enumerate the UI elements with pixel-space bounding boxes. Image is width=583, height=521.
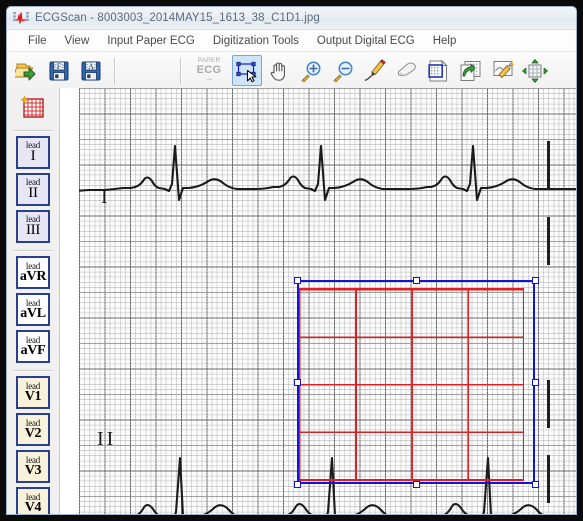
save-f-floppy-icon: <F> — [49, 61, 69, 80]
menu-bar: File View Input Paper ECG Digitization T… — [7, 30, 576, 52]
lead-button-V1[interactable]: lead V1 — [16, 376, 50, 409]
lead-label-name: aVF — [20, 342, 46, 358]
selection-handle-top-center[interactable] — [412, 276, 420, 284]
main-toolbar: <F> <A> PAPER ECG → — [7, 52, 576, 90]
magic-wand-icon — [493, 59, 515, 78]
lead-label-name: V4 — [24, 499, 42, 514]
sidebar-separator-1 — [14, 130, 52, 132]
fit-grid-button[interactable] — [520, 55, 550, 86]
eraser-icon — [397, 61, 416, 76]
lead-label-name: III — [25, 222, 41, 238]
rectangle-select-icon — [236, 61, 257, 82]
pan-button[interactable] — [264, 55, 294, 86]
paper-ecg-label: PAPER ECG → — [188, 55, 230, 86]
zoom-in-button[interactable] — [296, 55, 326, 86]
lead-button-aVL[interactable]: lead aVL — [16, 293, 50, 326]
save-a-floppy-icon: <A> — [81, 61, 101, 80]
lead-label-name: I — [30, 148, 36, 164]
selection-handle-bottom-center[interactable] — [412, 480, 420, 488]
lead-button-III[interactable]: lead III — [16, 210, 50, 243]
magic-wand-button[interactable] — [488, 55, 518, 86]
lead-label-name: V3 — [24, 462, 42, 478]
menu-help[interactable]: Help — [424, 33, 466, 49]
canvas-left-margin — [61, 88, 79, 514]
sidebar-separator-2 — [14, 250, 52, 252]
lead-button-V2[interactable]: lead V2 — [16, 413, 50, 446]
svg-text:<F>: <F> — [52, 62, 66, 71]
ecg-canvas[interactable]: I II — [60, 88, 576, 514]
digitize-arrow-icon — [460, 60, 481, 81]
selection-handle-bottom-right[interactable] — [531, 480, 539, 488]
lead-label-name: V1 — [24, 388, 42, 404]
magnifier-minus-icon — [333, 61, 353, 82]
selection-handle-bottom-left[interactable] — [293, 480, 301, 488]
lead-sidebar: lead I lead II lead III lead aVR lead aV… — [7, 88, 60, 514]
calibration-grid-button[interactable] — [15, 91, 52, 124]
lead-button-I[interactable]: lead I — [16, 136, 50, 169]
main-body: lead I lead II lead III lead aVR lead aV… — [7, 88, 576, 514]
red-grid-icon — [20, 94, 44, 118]
toolbar-separator-1 — [114, 57, 116, 84]
selection-handle-top-left[interactable] — [293, 276, 301, 284]
save-format-button[interactable]: <F> — [44, 55, 74, 86]
lead-label-name: aVR — [19, 268, 47, 284]
pencil-icon — [364, 58, 386, 81]
lead-button-V3[interactable]: lead V3 — [16, 450, 50, 483]
lead-label-name: II — [28, 185, 38, 201]
lead-label-name: aVL — [20, 305, 46, 321]
selection-handle-middle-right[interactable] — [531, 378, 539, 386]
auto-digitize-button[interactable] — [456, 55, 486, 86]
magnifier-plus-icon — [301, 61, 321, 82]
zoom-out-button[interactable] — [328, 55, 358, 86]
menu-digitization-tools[interactable]: Digitization Tools — [204, 33, 308, 49]
selection-handle-top-right[interactable] — [531, 276, 539, 284]
svg-text:<A>: <A> — [84, 62, 99, 71]
select-rectangle-button[interactable] — [232, 55, 262, 86]
calibration-bar-3 — [547, 380, 550, 428]
sidebar-separator-3 — [14, 370, 52, 372]
ecgscan-window: ECGScan - 8003003_2014MAY15_1613_38_C1D1… — [6, 6, 577, 515]
calibration-bar-4 — [547, 455, 550, 503]
title-bar: ECGScan - 8003003_2014MAY15_1613_38_C1D1… — [7, 7, 576, 30]
ecg-waveform-icon — [13, 12, 29, 24]
region-selection-rectangle[interactable] — [297, 280, 535, 484]
selection-handle-middle-left[interactable] — [293, 378, 301, 386]
calibration-bar-1 — [547, 141, 550, 189]
hand-pan-icon — [270, 62, 285, 81]
region-extract-icon — [428, 59, 448, 81]
draw-trace-button[interactable] — [360, 55, 390, 86]
screenshot-root: ECGScan - 8003003_2014MAY15_1613_38_C1D1… — [0, 0, 583, 521]
lead-button-V4[interactable]: lead V4 — [16, 487, 50, 514]
menu-input-paper-ecg[interactable]: Input Paper ECG — [98, 33, 204, 49]
ecg-image-area[interactable]: I II — [79, 88, 576, 514]
calibration-bar-2 — [547, 217, 550, 265]
lead-button-II[interactable]: lead II — [16, 173, 50, 206]
open-image-button[interactable] — [12, 55, 42, 86]
menu-view[interactable]: View — [56, 33, 99, 49]
lead-button-aVR[interactable]: lead aVR — [16, 256, 50, 289]
toolbar-separator-2 — [180, 57, 182, 84]
open-folder-icon — [15, 63, 36, 80]
menu-file[interactable]: File — [19, 33, 56, 49]
lead-button-aVF[interactable]: lead aVF — [16, 330, 50, 363]
erase-button[interactable] — [392, 55, 422, 86]
paper-ecg-arrow: → — [204, 72, 214, 83]
menu-output-digital-ecg[interactable]: Output Digital ECG — [308, 33, 424, 49]
grid-resize-arrows-icon — [522, 58, 548, 83]
window-title: ECGScan - 8003003_2014MAY15_1613_38_C1D1… — [35, 12, 320, 24]
save-all-button[interactable]: <A> — [76, 55, 106, 86]
extract-region-button[interactable] — [424, 55, 454, 86]
lead-label-name: V2 — [24, 425, 42, 441]
